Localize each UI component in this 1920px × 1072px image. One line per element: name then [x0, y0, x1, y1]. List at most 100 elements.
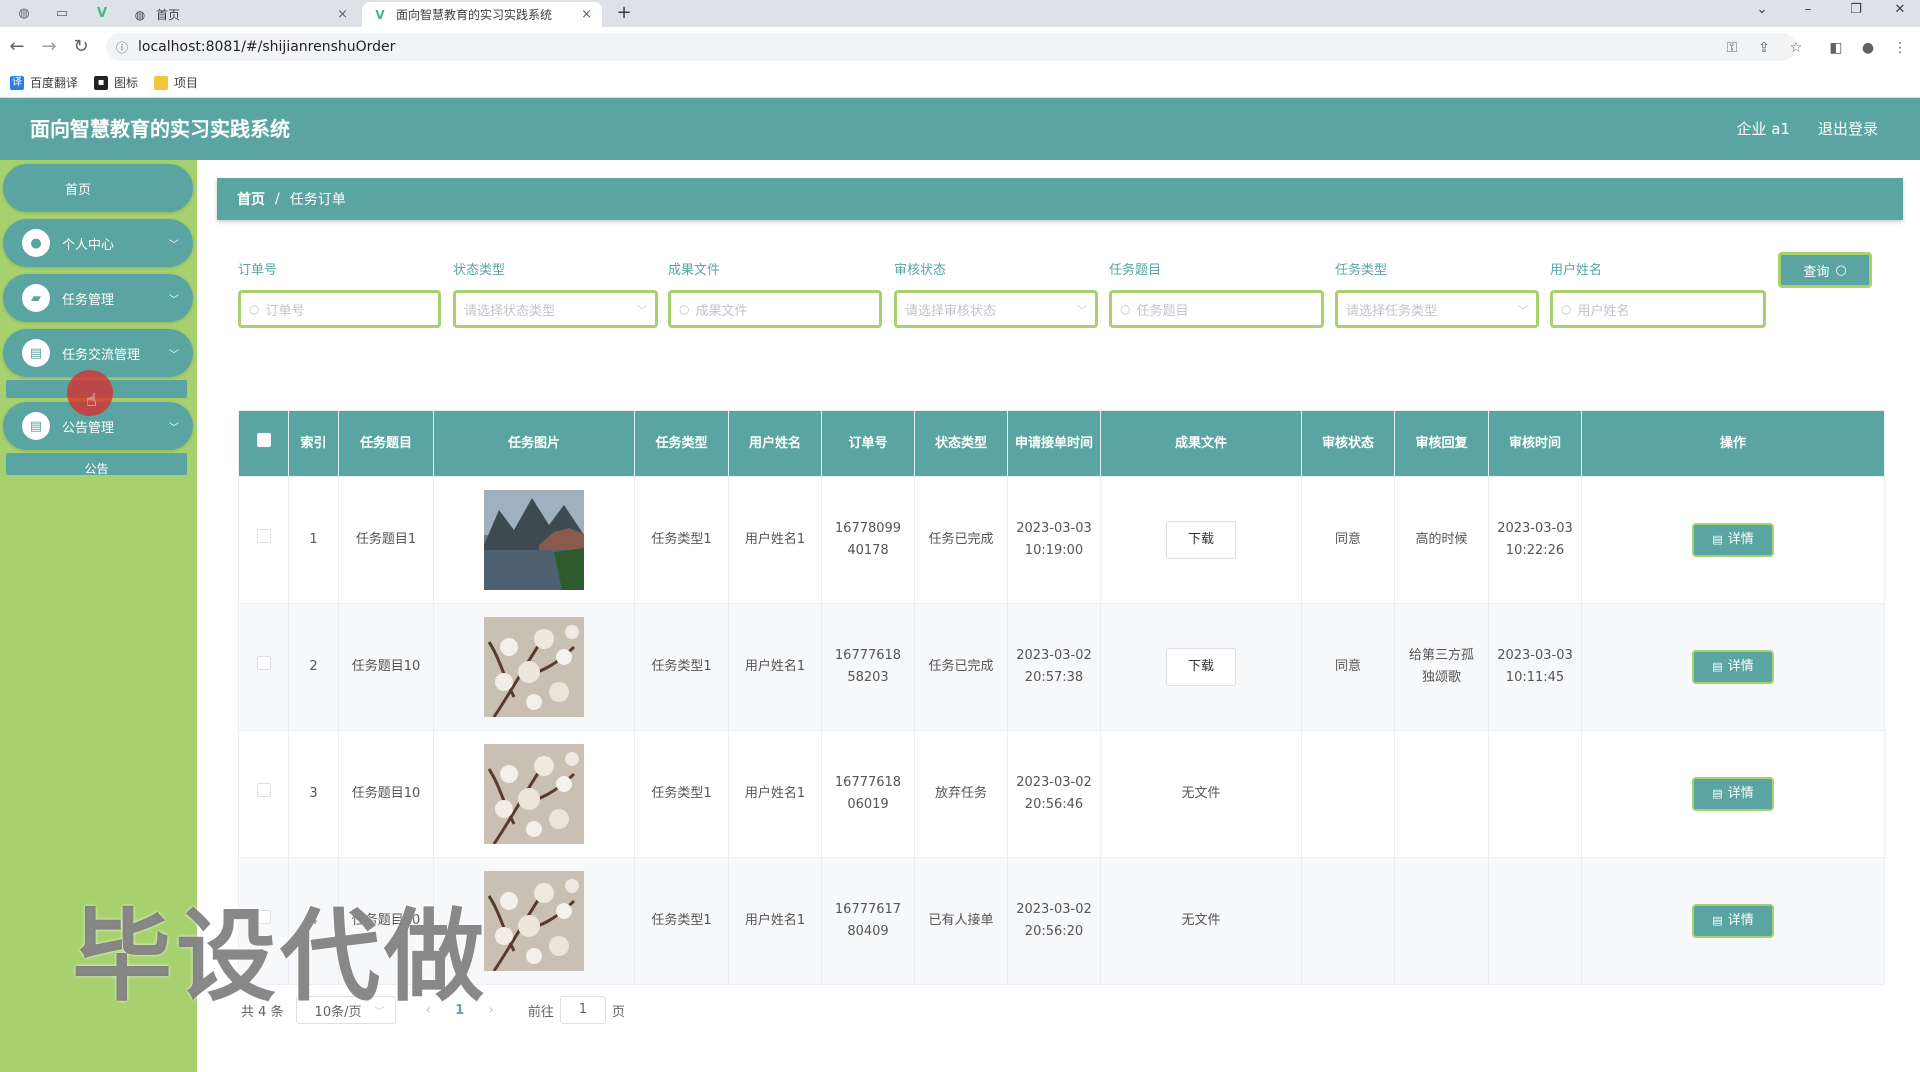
cell-type: 任务类型1: [634, 857, 729, 985]
logout-link[interactable]: 退出登录: [1818, 98, 1878, 160]
cell-image: [433, 603, 635, 731]
detail-button[interactable]: ▤ 详情: [1692, 777, 1774, 811]
next-page-icon[interactable]: ›: [488, 1002, 494, 1018]
order-no-input[interactable]: ○ 订单号: [238, 290, 441, 328]
cell-apply-time: 2023-03-03 10:19:00: [1007, 476, 1101, 604]
chevron-down-icon: ﹀: [169, 239, 179, 251]
goto-page-input[interactable]: 1: [559, 996, 606, 1024]
task-title-input[interactable]: ○ 任务题目: [1109, 290, 1324, 328]
filter-label-result-file: 成果文件: [668, 263, 721, 278]
pinned-tab-globe-icon[interactable]: ◍: [8, 2, 40, 25]
cell-order-no: 1677761780409: [821, 857, 915, 985]
cell-status: 放弃任务: [914, 730, 1008, 858]
cell-audit-status: 同意: [1301, 476, 1395, 604]
row-select-cell[interactable]: [238, 476, 289, 604]
detail-button[interactable]: ▤ 详情: [1692, 650, 1774, 684]
sidebar-item-profile[interactable]: ● 个人中心 ﹀: [3, 219, 193, 267]
detail-button[interactable]: ▤ 详情: [1692, 904, 1774, 938]
status-type-select[interactable]: 请选择状态类型 ﹀: [453, 290, 658, 328]
url-field[interactable]: ⓘ localhost:8081/#/shijianrenshuOrder: [106, 33, 1796, 61]
search-icon: ○: [1120, 302, 1131, 316]
filter-label-audit-status: 审核状态: [894, 263, 947, 278]
audit-status-select[interactable]: 请选择审核状态 ﹀: [894, 290, 1098, 328]
sidebar-item-task-management[interactable]: ▰ 任务管理 ﹀: [3, 274, 193, 322]
pinned-tab-vue-icon[interactable]: V: [86, 2, 118, 25]
new-tab-button[interactable]: +: [612, 2, 636, 25]
close-window-icon[interactable]: ✕: [1880, 0, 1920, 22]
pinned-tab-blank-icon[interactable]: ▭: [46, 2, 78, 25]
sidebar-item-task-communication[interactable]: ▤ 任务交流管理 ﹀: [3, 329, 193, 377]
chevron-down-icon: ﹀: [169, 349, 179, 361]
cell-image: [433, 730, 635, 858]
search-icon: ○: [1835, 262, 1847, 278]
key-icon[interactable]: ⚿: [1722, 38, 1742, 58]
row-checkbox[interactable]: [256, 656, 271, 670]
download-button[interactable]: 下载: [1166, 648, 1236, 686]
share-icon[interactable]: ⇪: [1754, 38, 1774, 58]
restore-icon[interactable]: ❐: [1836, 0, 1876, 22]
sidebar-item-home[interactable]: 首页: [3, 164, 193, 212]
document-icon: ▤: [1712, 533, 1723, 546]
app-title: 面向智慧教育的实习实践系统: [30, 117, 290, 141]
cell-audit-time: 2023-03-03 10:22:26: [1488, 476, 1582, 604]
chevron-down-icon: ﹀: [169, 294, 179, 306]
column-header: 任务类型: [634, 410, 729, 477]
filter-label-user-name: 用户姓名: [1550, 263, 1603, 278]
search-icon: ○: [249, 302, 260, 316]
star-icon[interactable]: ☆: [1786, 38, 1806, 58]
reload-icon[interactable]: ↻: [70, 36, 92, 58]
tab-search-icon[interactable]: ⌄: [1742, 0, 1782, 22]
select-all-header[interactable]: [238, 410, 289, 477]
profile-icon[interactable]: ●: [1858, 38, 1878, 58]
forward-icon[interactable]: →: [38, 36, 60, 58]
row-select-cell[interactable]: [238, 730, 289, 858]
breadcrumb-home[interactable]: 首页: [237, 189, 265, 209]
bookmark-item[interactable]: 项目: [154, 74, 198, 91]
bookmarks-bar: 译百度翻译 ▪ 图标 项目: [0, 68, 1920, 98]
minimize-icon[interactable]: –: [1788, 0, 1828, 22]
table-row: 2 任务题目10 任务类型1 用户姓名1 1677761858203 任务已完成…: [238, 603, 1885, 731]
document-icon: ▤: [1712, 660, 1723, 673]
row-select-cell[interactable]: [238, 603, 289, 731]
tab-close-icon[interactable]: ×: [581, 7, 592, 22]
table-row: 3 任务题目10 任务类型1 用户姓名1 1677761806019 放弃任务 …: [238, 730, 1885, 858]
cell-index: 1: [288, 476, 339, 604]
cell-type: 任务类型1: [634, 476, 729, 604]
side-panel-icon[interactable]: ◧: [1826, 38, 1846, 58]
column-header: 任务题目: [338, 410, 434, 477]
bookmark-item[interactable]: ▪ 图标: [94, 74, 138, 91]
user-icon: ●: [22, 229, 50, 257]
bookmark-item[interactable]: 译百度翻译: [10, 74, 78, 91]
filter-label-order-no: 订单号: [238, 263, 278, 278]
search-button[interactable]: 查询 ○: [1778, 252, 1872, 288]
cell-title: 任务题目10: [338, 730, 434, 858]
cell-audit-status: [1301, 857, 1395, 985]
task-image-blossom: [484, 744, 584, 844]
column-header: 审核时间: [1488, 410, 1582, 477]
sidebar-subitem-notice[interactable]: 公告: [6, 453, 187, 475]
globe-icon: ◍: [134, 7, 146, 22]
menu-icon[interactable]: ⋮: [1890, 38, 1910, 58]
cell-audit-status: 同意: [1301, 603, 1395, 731]
page-suffix-label: 页: [611, 1004, 625, 1020]
download-button[interactable]: 下载: [1166, 521, 1236, 559]
back-icon[interactable]: ←: [6, 36, 28, 58]
task-type-select[interactable]: 请选择任务类型 ﹀: [1335, 290, 1539, 328]
user-name-input[interactable]: ○ 用户姓名: [1550, 290, 1766, 328]
cell-apply-time: 2023-03-02 20:56:20: [1007, 857, 1101, 985]
column-header: 订单号: [821, 410, 915, 477]
tab-home[interactable]: ◍ 首页 ×: [122, 2, 358, 27]
row-checkbox[interactable]: [256, 783, 271, 797]
tab-current[interactable]: V 面向智慧教育的实习实践系统 ×: [362, 2, 602, 27]
tab-close-icon[interactable]: ×: [337, 7, 348, 22]
row-checkbox[interactable]: [256, 529, 271, 543]
cell-actions: ▤ 详情: [1581, 730, 1885, 858]
result-file-input[interactable]: ○ 成果文件: [668, 290, 882, 328]
column-header: 用户姓名: [728, 410, 822, 477]
current-user: 企业 a1: [1736, 120, 1790, 138]
select-all-checkbox[interactable]: [256, 432, 271, 447]
cell-file: 无文件: [1100, 857, 1302, 985]
watermark-text: 毕设代做: [72, 898, 488, 1015]
site-info-icon[interactable]: ⓘ: [116, 39, 128, 56]
detail-button[interactable]: ▤ 详情: [1692, 523, 1774, 557]
